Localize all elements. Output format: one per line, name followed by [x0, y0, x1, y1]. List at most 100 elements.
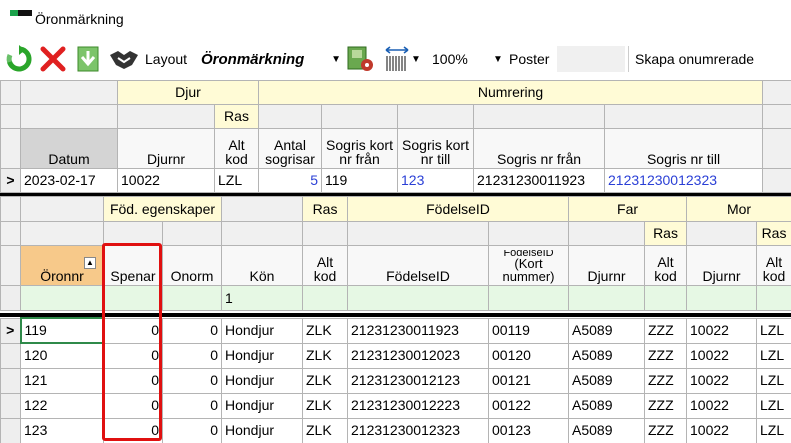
col-header-djurnr[interactable]: Djurnr — [117, 128, 215, 169]
col-header-mor-djurnr[interactable]: Djurnr — [686, 245, 758, 286]
col-header-nr-fran[interactable]: Sogris nr från — [473, 128, 606, 169]
cell-nr-fran[interactable]: 21231230011923 — [473, 168, 606, 193]
col-header-far-altkod[interactable]: Alt kod — [644, 245, 688, 286]
cell-kortnr[interactable]: 00122 — [488, 392, 569, 419]
cell-oronnr[interactable]: 122 — [20, 392, 104, 419]
cell-mor-djurnr[interactable]: 10022 — [686, 317, 757, 344]
cell-spenar[interactable]: 0 — [103, 417, 163, 443]
poster-field[interactable] — [557, 46, 625, 72]
cell-far-altkod[interactable]: ZZZ — [644, 392, 687, 419]
filter-altkod[interactable] — [302, 285, 349, 311]
cell-fodelseid[interactable]: 21231230012323 — [347, 417, 489, 443]
col-header-kon[interactable]: Kön — [221, 245, 304, 286]
cell-kon[interactable]: Hondjur — [221, 367, 303, 394]
download-button[interactable] — [75, 45, 101, 73]
table-row[interactable]: 120 0 0 Hondjur ZLK 21231230012023 00120 A5089 Z… — [0, 342, 791, 369]
cell-fodelseid[interactable]: 21231230011923 — [347, 317, 489, 344]
cell-far-djurnr[interactable]: A5089 — [568, 392, 645, 419]
cell-kort-till[interactable]: 123 — [397, 168, 475, 193]
delete-button[interactable] — [39, 45, 67, 73]
table-row[interactable]: > 2023-02-17 10022 LZL 5 119 123 2123123… — [0, 168, 791, 193]
cell-oronnr[interactable]: 119 — [19, 317, 105, 344]
col-header-kort-till[interactable]: Sogris kort nr till — [397, 128, 475, 169]
cell-far-djurnr[interactable]: A5089 — [568, 417, 645, 443]
cell-oronnr[interactable]: 120 — [20, 342, 104, 369]
cell-mor-djurnr[interactable]: 10022 — [686, 417, 757, 443]
layout-button[interactable] — [108, 45, 140, 73]
cell-fodelseid[interactable]: 21231230012123 — [347, 367, 489, 394]
cell-far-altkod[interactable]: ZZZ — [644, 417, 687, 443]
col-header-kortnr[interactable]: FödelseID (Kort nummer) — [488, 245, 570, 286]
cell-altkod[interactable]: ZLK — [302, 392, 348, 419]
cell-altkod[interactable]: ZLK — [302, 317, 348, 344]
filter-mor-altkod[interactable] — [756, 285, 791, 311]
cell-oronnr[interactable]: 123 — [20, 417, 104, 443]
cell-altkod[interactable]: LZL — [213, 168, 260, 193]
cell-onorm[interactable]: 0 — [162, 417, 222, 443]
col-header-nr-till[interactable]: Sogris nr till — [604, 128, 764, 169]
cell-onorm[interactable]: 0 — [162, 392, 222, 419]
settings-button[interactable] — [346, 45, 376, 73]
col-header-altkod[interactable]: Alt kod — [302, 245, 349, 286]
cell-kortnr[interactable]: 00119 — [488, 317, 569, 344]
cell-altkod[interactable]: ZLK — [302, 417, 348, 443]
cell-spenar[interactable]: 0 — [103, 367, 163, 394]
col-header-altkod[interactable]: Alt kod — [213, 128, 260, 169]
filter-spenar[interactable] — [103, 285, 163, 311]
cell-onorm[interactable]: 0 — [162, 342, 222, 369]
cell-spenar[interactable]: 0 — [103, 392, 163, 419]
cell-kortnr[interactable]: 00120 — [488, 342, 569, 369]
filter-onorm[interactable] — [161, 285, 223, 311]
cell-fodelseid[interactable]: 21231230012023 — [347, 342, 489, 369]
cell-nr-till[interactable]: 21231230012323 — [604, 168, 764, 193]
cell-onorm[interactable]: 0 — [162, 367, 222, 394]
cell-djurnr[interactable]: 10022 — [117, 168, 215, 193]
refresh-button[interactable] — [5, 45, 33, 73]
cell-kort-fran[interactable]: 119 — [321, 168, 399, 193]
col-header-onorm[interactable]: Onorm — [161, 245, 223, 286]
cell-far-altkod[interactable]: ZZZ — [644, 367, 687, 394]
cell-onorm[interactable]: 0 — [162, 317, 222, 344]
cell-altkod[interactable]: ZLK — [302, 342, 348, 369]
cell-mor-djurnr[interactable]: 10022 — [686, 367, 757, 394]
filter-fodelseid[interactable] — [347, 285, 490, 311]
filter-mor-djurnr[interactable] — [686, 285, 758, 311]
cell-kon[interactable]: Hondjur — [221, 417, 303, 443]
cell-kortnr[interactable]: 00121 — [488, 367, 569, 394]
cell-fodelseid[interactable]: 21231230012223 — [347, 392, 489, 419]
cell-kortnr[interactable]: 00123 — [488, 417, 569, 443]
col-header-kort-fran[interactable]: Sogris kort nr från — [321, 128, 399, 169]
cell-mor-altkod[interactable]: LZL — [756, 367, 791, 394]
cell-mor-djurnr[interactable]: 10022 — [686, 342, 757, 369]
cell-mor-altkod[interactable]: LZL — [756, 417, 791, 443]
filter-far-altkod[interactable] — [644, 285, 688, 311]
col-header-spenar[interactable]: Spenar — [103, 245, 163, 286]
cell-mor-altkod[interactable]: LZL — [756, 342, 791, 369]
cell-spenar[interactable]: 0 — [103, 317, 163, 344]
filter-row[interactable]: 1 — [0, 285, 791, 311]
zoom-dropdown[interactable]: 100% ▼ — [432, 45, 503, 73]
filter-kortnr[interactable] — [488, 285, 570, 311]
cell-mor-altkod[interactable]: LZL — [756, 392, 791, 419]
table-row[interactable]: 122 0 0 Hondjur ZLK 21231230012223 00122 A5089 Z… — [0, 392, 791, 419]
cell-datum[interactable]: 2023-02-17 — [20, 168, 118, 193]
cell-antal[interactable]: 5 — [258, 168, 323, 193]
col-header-antal-sogrisar[interactable]: Antal sogrisar — [258, 128, 323, 169]
cell-far-altkod[interactable]: ZZZ — [644, 317, 687, 344]
filter-oronnr[interactable] — [20, 285, 104, 311]
table-row[interactable]: 123 0 0 Hondjur ZLK 21231230012323 00123 A5089 Z… — [0, 417, 791, 443]
filter-far-djurnr[interactable] — [568, 285, 646, 311]
cell-far-djurnr[interactable]: A5089 — [568, 342, 645, 369]
col-header-datum[interactable]: Datum — [20, 128, 118, 169]
col-header-fodelseid[interactable]: FödelseID — [347, 245, 490, 286]
layout-dropdown[interactable]: Öronmärkning ▼ — [201, 45, 341, 73]
cell-mor-altkod[interactable]: LZL — [756, 317, 791, 344]
cell-kon[interactable]: Hondjur — [221, 342, 303, 369]
table-row[interactable]: 121 0 0 Hondjur ZLK 21231230012123 00121 A5089 Z… — [0, 367, 791, 394]
cell-far-altkod[interactable]: ZZZ — [644, 342, 687, 369]
cell-far-djurnr[interactable]: A5089 — [568, 317, 645, 344]
cell-altkod[interactable]: ZLK — [302, 367, 348, 394]
cell-spenar[interactable]: 0 — [103, 342, 163, 369]
cell-oronnr[interactable]: 121 — [20, 367, 104, 394]
col-header-mor-altkod[interactable]: Alt kod — [756, 245, 791, 286]
